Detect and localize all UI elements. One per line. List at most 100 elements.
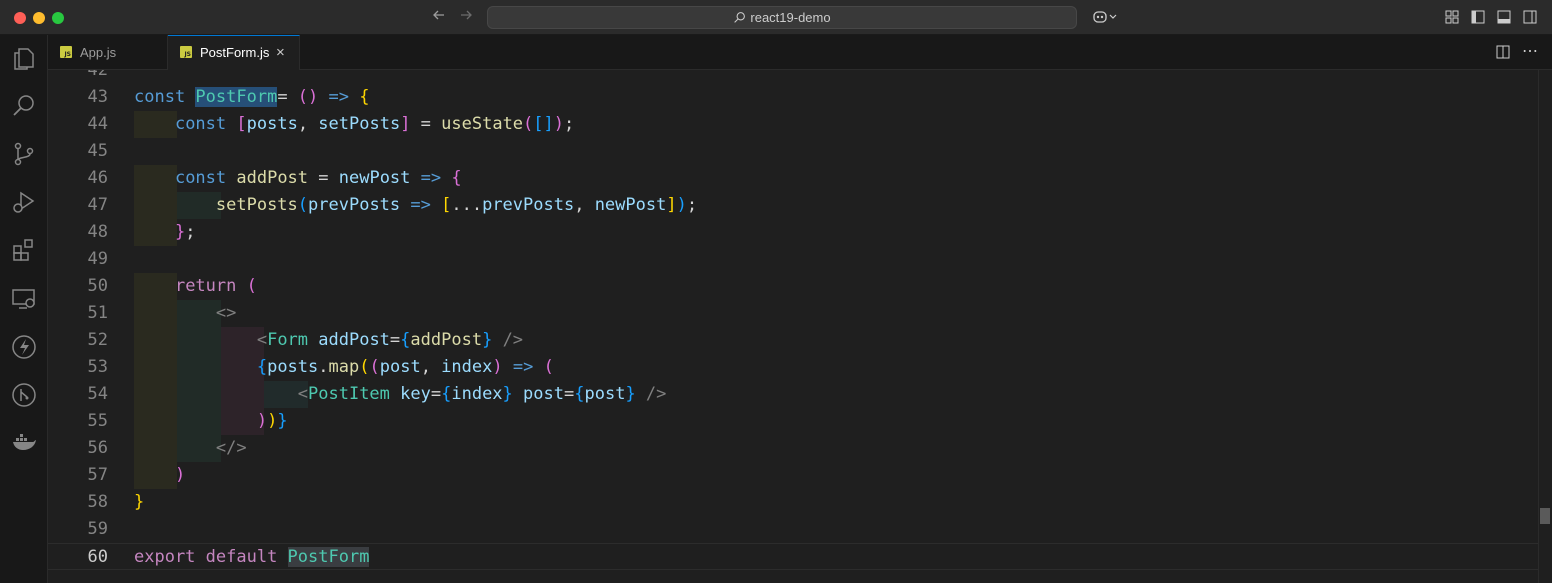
tab-label: App.js [80,45,117,60]
extensions-icon[interactable] [11,237,37,263]
customize-layout-icon[interactable] [1445,10,1459,29]
code-line[interactable]: 56 </> [48,435,1538,462]
line-number: 44 [87,114,108,134]
code-token: prevPosts [308,195,401,215]
code-token: index [441,357,493,377]
line-number: 50 [87,276,108,296]
code-token: /> [635,384,667,404]
code-line[interactable]: 47 setPosts(prevPosts => [...prevPosts, … [48,192,1538,219]
code-token: posts [267,357,319,377]
code-line[interactable]: 42 [48,70,1538,84]
code-text: setPosts(prevPosts => [...prevPosts, new… [134,192,697,219]
javascript-file-icon: JS [180,46,192,58]
code-line[interactable]: 58} [48,489,1538,516]
git-graph-icon[interactable] [11,382,37,408]
code-line[interactable]: 51 <> [48,300,1538,327]
more-actions-icon[interactable]: ⋯ [1522,41,1538,61]
line-number: 46 [87,168,108,188]
source-control-icon[interactable] [11,141,37,167]
run-debug-icon[interactable] [11,189,37,215]
code-line[interactable]: 49 [48,246,1538,273]
code-token: () [297,87,319,107]
code-token: <> [215,303,237,323]
tab-postform-js[interactable]: JS PostForm.js × [168,35,300,70]
line-number: 48 [87,222,108,242]
code-token: </> [215,438,247,458]
code-token: ; [564,114,575,134]
code-token: setPosts [318,114,401,134]
code-token: ; [686,195,698,215]
search-icon[interactable] [11,93,37,119]
code-text: const PostForm= () => { [134,84,369,111]
command-center-search[interactable]: react19-demo [487,6,1077,29]
toggle-panel-icon[interactable] [1497,10,1511,29]
code-line[interactable]: 55 ))} [48,408,1538,435]
code-token: const [174,114,237,134]
code-token: } [277,411,288,431]
tab-app-js[interactable]: JS App.js [48,35,168,70]
close-icon[interactable]: × [276,36,285,69]
code-text: </> [134,435,247,462]
line-number: 47 [87,195,108,215]
code-line[interactable]: 52 <Form addPost={addPost} /> [48,327,1538,354]
code-token: < [256,330,268,350]
toggle-secondary-sidebar-icon[interactable] [1523,10,1537,29]
code-line[interactable]: 48 }; [48,219,1538,246]
code-token: [] [533,114,554,134]
code-token: ( [523,114,534,134]
code-line[interactable]: 53 {posts.map((post, index) => ( [48,354,1538,381]
remote-explorer-icon[interactable] [11,286,37,312]
line-number: 56 [87,438,108,458]
code-token: } [482,330,493,350]
editor-scrollbar[interactable] [1538,70,1552,583]
close-window-button[interactable] [14,12,26,24]
code-token: = [308,168,339,188]
minimize-window-button[interactable] [33,12,45,24]
line-number: 45 [87,141,108,161]
code-token: newPost [594,195,667,215]
explorer-icon[interactable] [11,46,37,72]
scrollbar-thumb[interactable] [1540,508,1550,524]
code-token: } [134,492,145,512]
code-token: PostItem [308,384,390,404]
code-line[interactable]: 43 const PostForm= () => { [48,84,1538,111]
code-text: {posts.map((post, index) => ( [134,354,554,381]
arrow-left-icon[interactable] [431,7,447,29]
line-number: 51 [87,303,108,323]
code-line[interactable]: 59 [48,516,1538,543]
code-line[interactable]: 57 ) [48,462,1538,489]
docker-icon[interactable] [11,430,37,456]
code-token: ( [246,276,257,296]
code-token: => [502,357,544,377]
code-line[interactable]: 50 return ( [48,273,1538,300]
split-editor-icon[interactable] [1496,45,1510,64]
code-token: index [451,384,503,404]
arrow-right-icon[interactable] [458,7,474,29]
code-editor[interactable]: 42 43 const PostForm= () => {44 const [pos… [48,70,1538,583]
code-token: ) [676,195,687,215]
code-token: } [502,384,513,404]
code-token: = [410,114,442,134]
code-line[interactable]: 44 const [posts, setPosts] = useState([]… [48,111,1538,138]
code-line[interactable]: 46 const addPost = newPost => { [48,165,1538,192]
code-line[interactable]: 60 export default PostForm [48,543,1538,570]
code-token: { [574,384,585,404]
copilot-icon[interactable] [1092,9,1118,30]
code-text: const [posts, setPosts] = useState([]); [134,111,574,138]
code-token: PostForm [195,87,278,107]
toggle-primary-sidebar-icon[interactable] [1471,10,1485,29]
thunder-client-icon[interactable] [11,334,37,360]
code-token: key [389,384,431,404]
code-token: ( [543,357,554,377]
code-token: => [400,195,442,215]
code-line[interactable]: 54 <PostItem key={index} post={post} /> [48,381,1538,408]
code-line[interactable]: 45 [48,138,1538,165]
maximize-window-button[interactable] [52,12,64,24]
code-token: [ [441,195,452,215]
